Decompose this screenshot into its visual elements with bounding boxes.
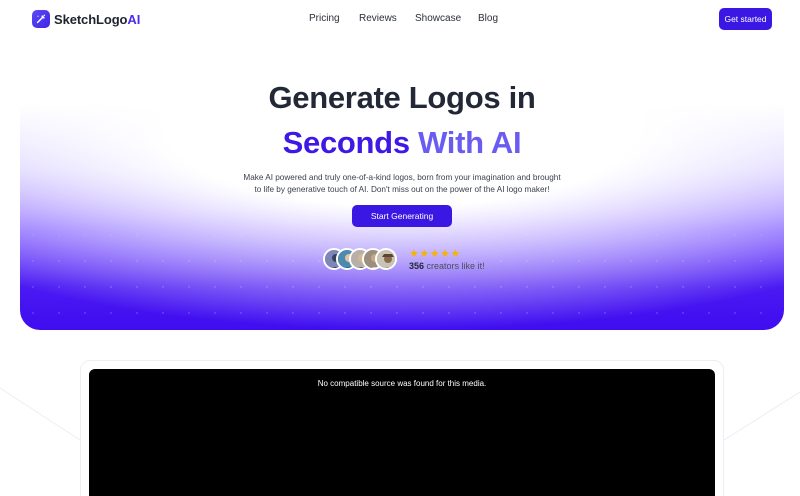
star-icon: ★ xyxy=(450,248,461,260)
rating-stars: ★★★★★ xyxy=(409,247,461,260)
hero-section: Generate Logos in Seconds With AI Make A… xyxy=(20,40,784,330)
video-player[interactable]: No compatible source was found for this … xyxy=(89,369,715,496)
nav-pricing[interactable]: Pricing xyxy=(309,13,340,24)
nav-reviews[interactable]: Reviews xyxy=(359,13,397,24)
star-icon: ★ xyxy=(440,248,451,260)
page: SketchLogoAI Pricing Reviews Showcase Bl… xyxy=(0,0,800,496)
star-icon: ★ xyxy=(429,248,441,260)
nav-showcase[interactable]: Showcase xyxy=(415,13,461,24)
nav-blog[interactable]: Blog xyxy=(478,13,498,24)
video-error-message: No compatible source was found for this … xyxy=(317,379,487,388)
site-header: SketchLogoAI Pricing Reviews Showcase Bl… xyxy=(0,0,800,40)
star-icon: ★ xyxy=(419,248,430,260)
pen-sparkle-icon xyxy=(32,10,50,28)
social-proof: ★★★★★ 356 creators like it! xyxy=(323,248,503,272)
star-icon: ★ xyxy=(409,248,420,260)
brand-name: SketchLogoAI xyxy=(54,11,141,27)
hero-title-line1: Generate Logos in xyxy=(268,80,536,115)
avatar xyxy=(375,248,397,270)
brand-logo[interactable]: SketchLogoAI xyxy=(32,10,140,28)
hero-title-line2: Seconds With AI xyxy=(282,125,522,160)
hero-subtitle: Make AI powered and truly one-of-a-kind … xyxy=(243,173,561,194)
creators-count: 356 creators like it! xyxy=(409,261,485,271)
start-generating-button[interactable]: Start Generating xyxy=(352,205,452,227)
avatar-group xyxy=(323,248,403,272)
get-started-button[interactable]: Get started xyxy=(719,8,772,30)
hero-content: Generate Logos in Seconds With AI Make A… xyxy=(20,40,784,330)
